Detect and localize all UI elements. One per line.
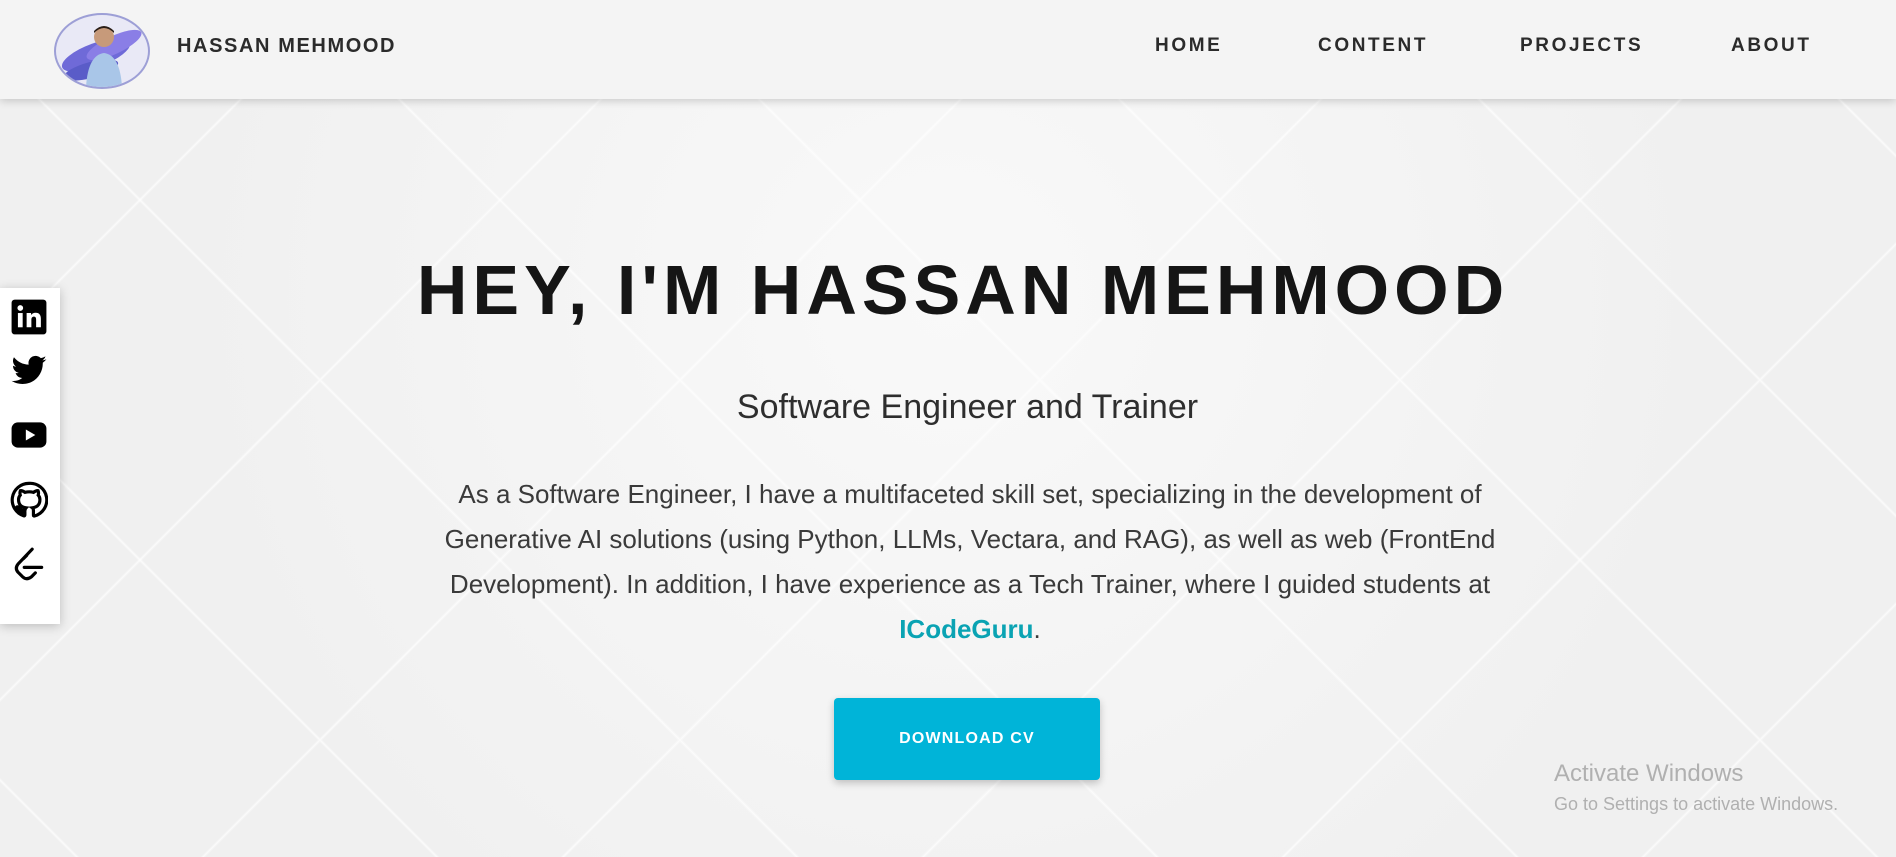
icodeguru-link[interactable]: ICodeGuru	[899, 614, 1033, 644]
navbar: HASSAN MEHMOOD HOME CONTENT PROJECTS ABO…	[0, 0, 1896, 99]
watermark-title: Activate Windows	[1554, 760, 1744, 787]
twitter-icon[interactable]	[10, 352, 50, 392]
nav-about[interactable]: ABOUT	[1731, 35, 1812, 57]
watermark-subtitle: Go to Settings to activate Windows.	[1554, 794, 1839, 814]
hero-description: As a Software Engineer, I have a multifa…	[440, 472, 1500, 652]
windows-activation-watermark: Activate Windows Go to Settings to activ…	[1554, 760, 1838, 815]
leetcode-icon[interactable]	[10, 546, 50, 586]
youtube-icon[interactable]	[10, 416, 50, 456]
description-end: .	[1033, 614, 1041, 644]
github-icon[interactable]	[10, 481, 50, 521]
nav-content[interactable]: CONTENT	[1318, 35, 1428, 57]
brand-name[interactable]: HASSAN MEHMOOD	[177, 35, 396, 58]
description-text: As a Software Engineer, I have a multifa…	[444, 479, 1496, 599]
nav-home[interactable]: HOME	[1155, 35, 1222, 57]
nav-projects[interactable]: PROJECTS	[1520, 35, 1643, 57]
download-cv-button[interactable]: DOWNLOAD CV	[834, 698, 1100, 780]
social-sidebar	[0, 288, 60, 624]
linkedin-icon[interactable]	[10, 298, 50, 338]
hero-title: HEY, I'M HASSAN MEHMOOD	[416, 251, 1510, 329]
hero-subtitle: Software Engineer and Trainer	[736, 388, 1199, 426]
profile-avatar[interactable]	[54, 13, 150, 89]
